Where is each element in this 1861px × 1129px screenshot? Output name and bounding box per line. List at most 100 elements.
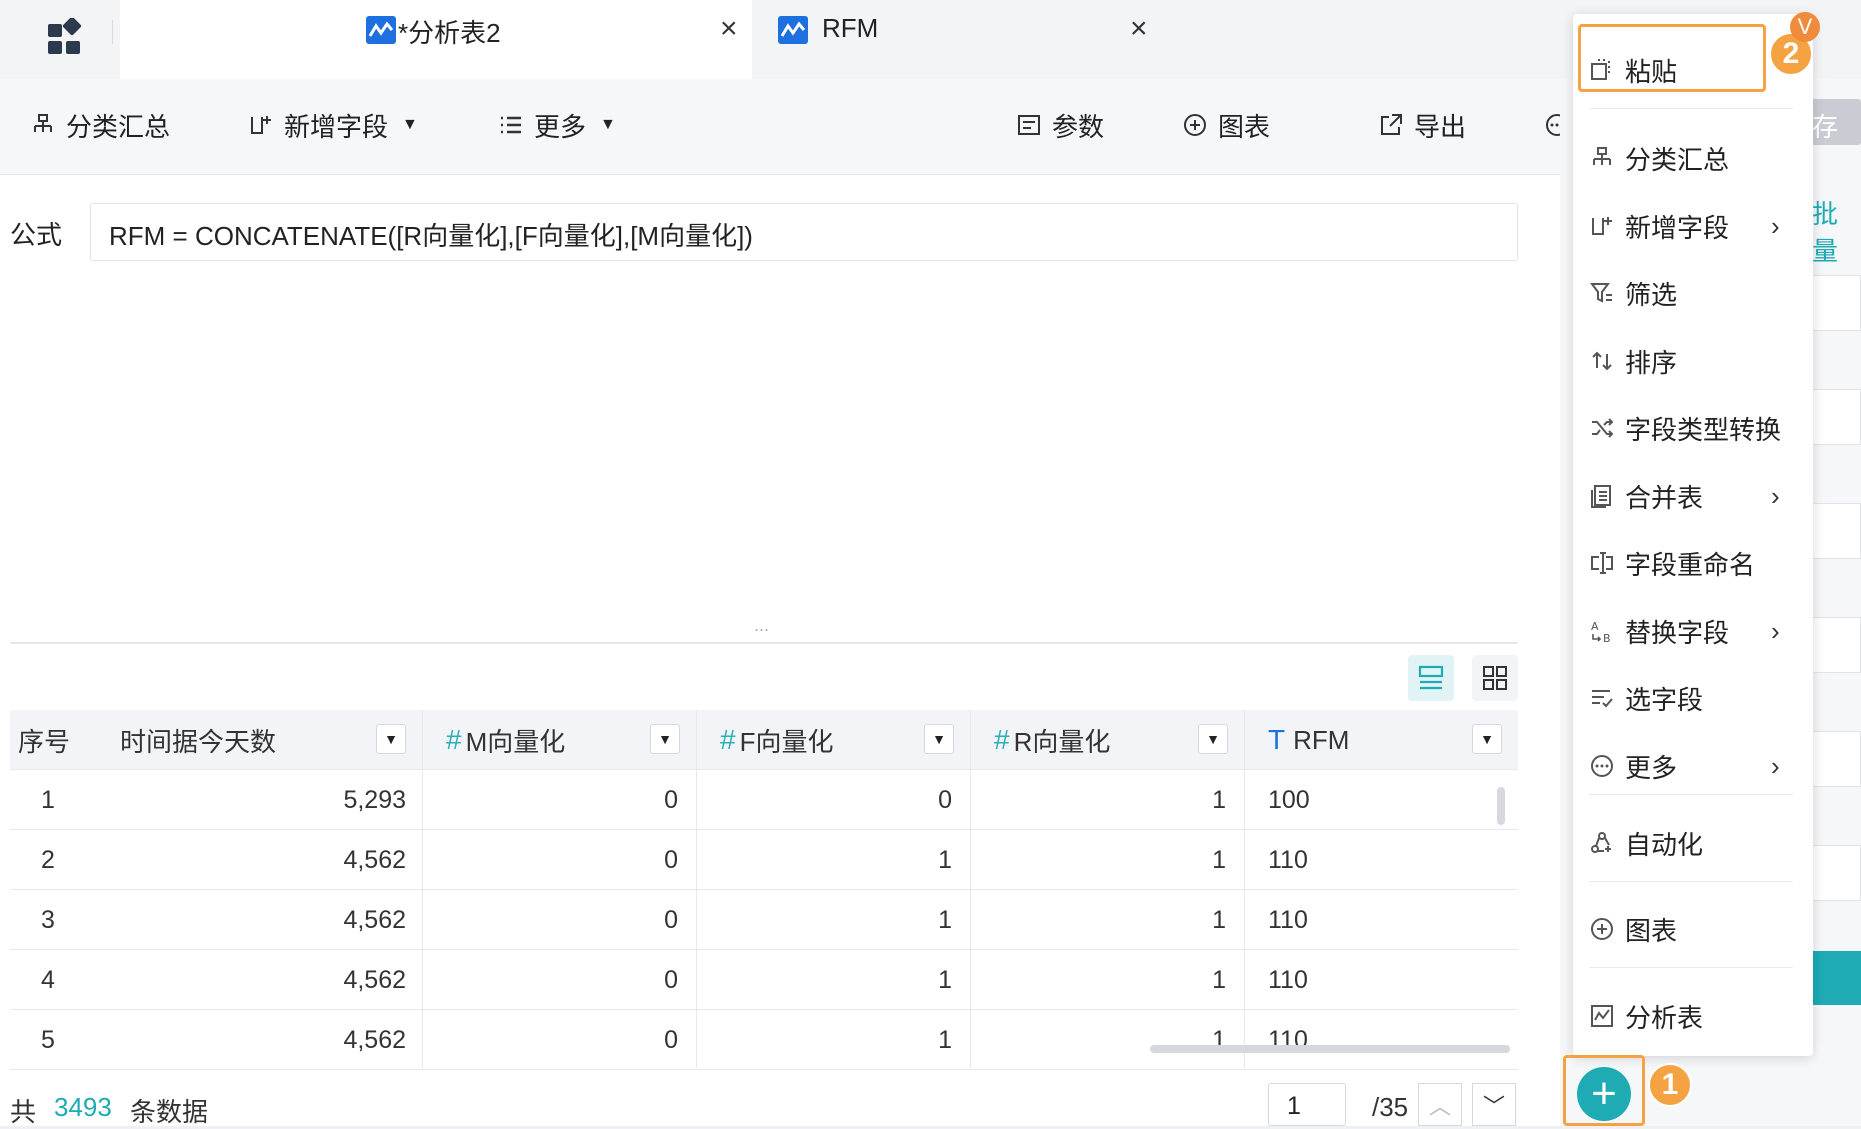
batch-link[interactable]: 批量 <box>1812 194 1861 268</box>
table-row[interactable]: 4 4,562 0 1 1 110 <box>10 950 1518 1010</box>
page-down-button[interactable]: ﹀ <box>1472 1083 1516 1126</box>
column-dropdown-icon[interactable]: ▼ <box>1198 724 1228 754</box>
add-field-label: 新增字段 <box>284 111 389 142</box>
group-summary-label: 分类汇总 <box>66 111 171 142</box>
total-pages: /35 <box>1372 1092 1409 1122</box>
menu-item-merge-table[interactable]: 合并表 › <box>1573 468 1813 524</box>
menu-item-group-summary[interactable]: 分类汇总 <box>1573 130 1813 186</box>
menu-item-sort[interactable]: 排序 <box>1573 333 1813 389</box>
field-box[interactable] <box>1810 731 1861 787</box>
menu-label: 排序 <box>1625 347 1678 378</box>
confirm-button[interactable] <box>1810 951 1861 1005</box>
page-number-input[interactable]: 1 <box>1268 1083 1346 1126</box>
cell-index: 5 <box>41 1025 55 1054</box>
cell-days: 4,562 <box>343 1025 406 1054</box>
menu-label: 分类汇总 <box>1625 144 1730 175</box>
table-row[interactable]: 5 4,562 0 1 1 110 <box>10 1010 1518 1070</box>
grid-view-button[interactable] <box>1472 655 1518 701</box>
analysis-table-icon <box>366 16 396 44</box>
field-box[interactable] <box>1810 617 1861 673</box>
menu-item-replace-field[interactable]: AB 替换字段 › <box>1573 603 1813 659</box>
column-separator <box>422 710 423 1068</box>
close-icon[interactable]: × <box>1130 14 1148 44</box>
tab-rfm[interactable]: RFM × <box>754 0 1164 79</box>
tab-analysis-2[interactable]: *分析表2 × <box>120 0 752 79</box>
drag-handle[interactable]: ... <box>754 615 769 636</box>
list-view-button[interactable] <box>1408 655 1454 701</box>
cell-r: 1 <box>1212 905 1226 934</box>
add-button[interactable]: + <box>1577 1067 1631 1121</box>
chevron-right-icon: › <box>1771 750 1780 781</box>
export-button[interactable]: 导出 <box>1378 107 1466 143</box>
menu-label: 更多 <box>1625 752 1678 783</box>
apps-grid-icon[interactable] <box>40 16 92 64</box>
column-dropdown-icon[interactable]: ▼ <box>650 724 680 754</box>
menu-item-more[interactable]: 更多 › <box>1573 738 1813 794</box>
close-icon[interactable]: × <box>720 14 738 44</box>
menu-separator <box>1589 881 1793 882</box>
chart-label: 图表 <box>1218 111 1271 142</box>
menu-item-add-field[interactable]: 新增字段 › <box>1573 198 1813 254</box>
column-label: 时间据今天数 <box>120 726 277 757</box>
column-label: RFM <box>1293 724 1350 755</box>
menu-label: 分析表 <box>1625 1002 1704 1033</box>
column-dropdown-icon[interactable]: ▼ <box>376 724 406 754</box>
column-header-days[interactable]: 时间据今天数 <box>120 710 276 770</box>
avatar[interactable]: V <box>1790 12 1820 42</box>
menu-label: 合并表 <box>1625 482 1704 513</box>
menu-item-automation[interactable]: 自动化 <box>1573 815 1813 871</box>
table-row[interactable]: 1 5,293 0 0 1 100 <box>10 770 1518 830</box>
formula-input[interactable]: RFM = CONCATENATE([R向量化],[F向量化],[M向量化]) <box>90 203 1518 261</box>
field-box[interactable] <box>1810 503 1861 559</box>
field-box[interactable] <box>1810 845 1861 901</box>
column-header-m[interactable]: # M向量化 <box>446 710 565 770</box>
sort-icon <box>1592 351 1612 371</box>
params-button[interactable]: 参数 <box>1016 107 1104 143</box>
table-row[interactable]: 2 4,562 0 1 1 110 <box>10 830 1518 890</box>
field-box[interactable] <box>1810 275 1861 331</box>
column-header-f[interactable]: # F向量化 <box>720 710 833 770</box>
count-suffix: 条数据 <box>130 1097 209 1127</box>
list-icon <box>501 116 521 134</box>
list-view-icon <box>1418 665 1444 690</box>
tab-title: *分析表2 <box>398 18 501 48</box>
cell-m: 0 <box>664 905 678 934</box>
column-header-r[interactable]: # R向量化 <box>994 710 1110 770</box>
menu-separator <box>1589 967 1793 968</box>
caret-down-icon: ▼ <box>600 116 616 133</box>
number-type-icon: # <box>446 724 462 755</box>
add-field-icon <box>1592 217 1612 235</box>
cell-index: 2 <box>41 845 55 874</box>
table-header: 序号 时间据今天数 ▼ # M向量化 ▼ # F向量化 ▼ # R向量化 ▼ T RFM… <box>10 710 1518 770</box>
column-separator <box>696 710 697 1068</box>
more-button[interactable]: 更多 ▼ <box>498 107 616 143</box>
page-up-button[interactable]: ︿ <box>1418 1083 1462 1126</box>
horizontal-scrollbar[interactable] <box>1150 1045 1510 1053</box>
menu-item-rename-field[interactable]: 字段重命名 <box>1573 535 1813 591</box>
cell-index: 3 <box>41 905 55 934</box>
menu-item-analysis-table[interactable]: 分析表 <box>1573 988 1813 1044</box>
field-box[interactable] <box>1810 389 1861 445</box>
add-field-button[interactable]: 新增字段 ▼ <box>248 107 418 143</box>
menu-item-select-field[interactable]: 选字段 <box>1573 670 1813 726</box>
column-label: R向量化 <box>1013 726 1111 757</box>
column-header-rfm[interactable]: T RFM <box>1268 710 1349 770</box>
table-row[interactable]: 3 4,562 0 1 1 110 <box>10 890 1518 950</box>
formula-label: 公式 <box>10 220 63 250</box>
column-separator <box>1244 710 1245 1068</box>
column-dropdown-icon[interactable]: ▼ <box>924 724 954 754</box>
menu-item-chart[interactable]: 图表 <box>1573 901 1813 957</box>
column-header-index: 序号 <box>18 710 70 770</box>
cell-rfm: 100 <box>1268 785 1310 814</box>
group-summary-button[interactable]: 分类汇总 <box>30 107 170 143</box>
select-field-icon <box>1592 690 1613 708</box>
menu-item-filter[interactable]: 筛选 <box>1573 265 1813 321</box>
column-dropdown-icon[interactable]: ▼ <box>1472 724 1502 754</box>
more-label: 更多 <box>534 111 587 142</box>
chart-button[interactable]: 图表 <box>1182 107 1270 143</box>
add-circle-icon <box>1591 918 1613 940</box>
vertical-scrollbar[interactable] <box>1497 787 1505 825</box>
menu-item-type-convert[interactable]: 字段类型转换 <box>1573 400 1813 456</box>
tab-separator <box>112 20 113 44</box>
analysis-table-icon <box>778 16 808 44</box>
